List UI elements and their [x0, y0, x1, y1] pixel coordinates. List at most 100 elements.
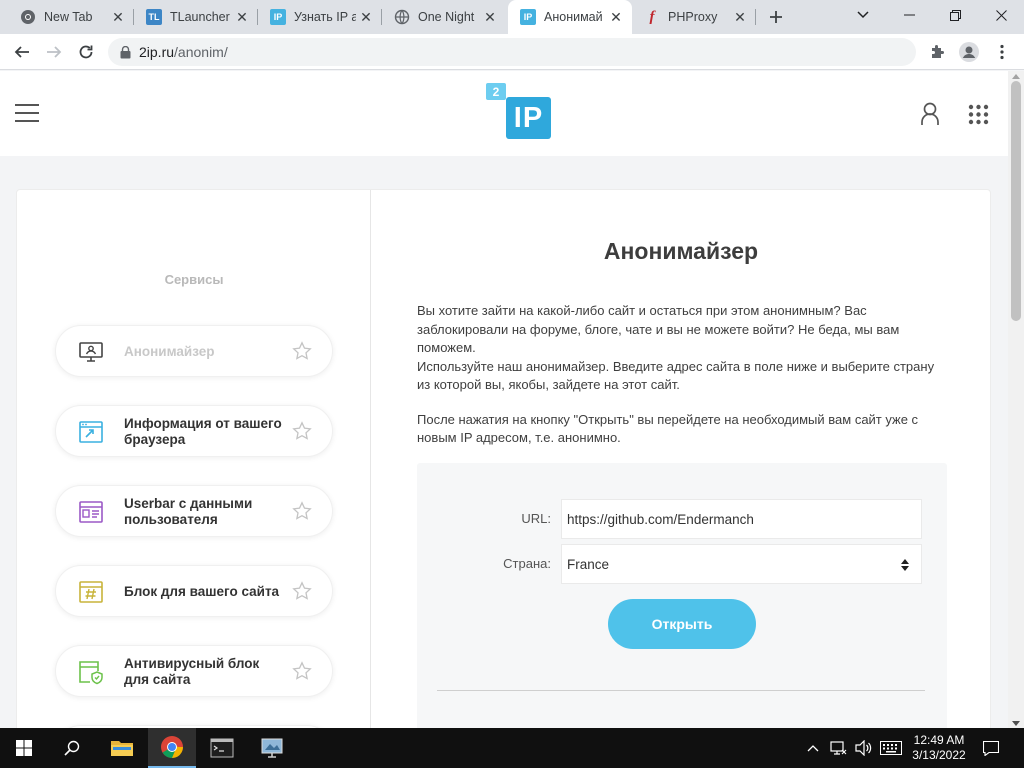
clock[interactable]: 12:49 AM 3/13/2022 — [906, 728, 972, 768]
page-scrollbar[interactable] — [1008, 71, 1024, 728]
service-label: Информация от вашего браузера — [124, 416, 282, 447]
search-button[interactable] — [48, 728, 96, 768]
lock-icon[interactable] — [120, 45, 131, 59]
tab-tlauncher[interactable]: TL TLauncher ✕ — [134, 0, 258, 34]
star-outline-icon[interactable] — [292, 581, 312, 601]
hidden-icons-chevron-icon[interactable] — [802, 728, 824, 768]
minimize-button[interactable] — [886, 0, 932, 30]
open-button[interactable]: Открыть — [608, 599, 756, 649]
service-item-userbar[interactable]: Userbar с данными пользователя — [55, 485, 333, 537]
clock-date: 3/13/2022 — [912, 748, 966, 762]
reload-button[interactable] — [72, 38, 100, 66]
select-arrows-icon — [901, 559, 909, 571]
scroll-up-arrow[interactable] — [1008, 71, 1024, 81]
tab-search-button[interactable] — [840, 0, 886, 30]
profile-button[interactable] — [955, 38, 983, 66]
url-input[interactable]: https://github.com/Endermanch — [561, 499, 922, 539]
close-tab-icon[interactable]: ✕ — [356, 7, 376, 27]
id-card-icon — [79, 501, 103, 523]
user-account-button[interactable] — [920, 102, 942, 128]
service-item-browser-info[interactable]: Информация от вашего браузера — [55, 405, 333, 457]
grid-icon — [968, 104, 989, 125]
network-icon[interactable] — [826, 728, 850, 768]
service-label: Userbar с данными пользователя — [124, 496, 253, 527]
tab-ip-lookup[interactable]: IP Узнать IP а ✕ — [258, 0, 382, 34]
main-card: Сервисы Анонимайзер Информация от вашего… — [16, 189, 991, 728]
notifications-button[interactable] — [976, 728, 1006, 768]
tab-separator — [755, 9, 756, 25]
apps-grid-button[interactable] — [968, 104, 990, 126]
scrollbar-thumb[interactable] — [1011, 81, 1021, 321]
ip-site-icon: IP — [270, 9, 286, 25]
address-bar[interactable]: 2ip.ru/anonim/ — [108, 38, 916, 66]
service-item-site-block[interactable]: Блок для вашего сайта — [55, 565, 333, 617]
star-outline-icon[interactable] — [292, 341, 312, 361]
restore-button[interactable] — [932, 0, 978, 30]
forward-button[interactable] — [40, 38, 68, 66]
page-viewport: 2 IP Сервисы Анонимайзер Информация от в… — [0, 71, 1008, 728]
instructions-paragraph: Используйте наш анонимайзер. Введите адр… — [417, 358, 935, 393]
url-host: 2ip.ru — [139, 44, 175, 60]
clock-time: 12:49 AM — [913, 733, 965, 747]
tab-strip: New Tab ✕ TL TLauncher ✕ IP Узнать IP а … — [0, 0, 1024, 34]
close-window-button[interactable] — [978, 0, 1024, 30]
tab-title: One Night — [418, 10, 475, 24]
keyboard-icon[interactable] — [878, 728, 904, 768]
close-tab-icon[interactable]: ✕ — [606, 7, 626, 27]
tab-new-tab[interactable]: New Tab ✕ — [8, 0, 134, 34]
back-button[interactable] — [8, 38, 36, 66]
tlauncher-icon: TL — [146, 9, 162, 25]
start-button[interactable] — [0, 728, 48, 768]
intro-text: Вы хотите зайти на какой-либо сайт и ост… — [417, 302, 947, 448]
volume-icon[interactable] — [852, 728, 876, 768]
scroll-down-arrow[interactable] — [1008, 718, 1024, 728]
chevron-down-icon — [857, 11, 869, 19]
site-logo[interactable]: 2 IP — [486, 83, 552, 141]
tab-anonymizer[interactable]: IP Анонимай ✕ — [508, 0, 632, 34]
url-label: URL: — [521, 511, 551, 526]
display-settings-icon — [261, 738, 283, 758]
globe-icon — [394, 9, 410, 25]
url-path: /anonim/ — [174, 44, 228, 60]
extensions-button[interactable] — [923, 38, 951, 66]
hamburger-icon — [15, 104, 39, 122]
service-label: Анонимайзер — [124, 344, 215, 359]
ip-site-icon: IP — [520, 9, 536, 25]
hamburger-menu-button[interactable] — [14, 103, 42, 125]
logo-text: IP — [506, 97, 551, 139]
close-tab-icon[interactable]: ✕ — [108, 7, 128, 27]
sidebar-title: Сервисы — [164, 272, 224, 287]
monitor-app-taskbar-button[interactable] — [248, 728, 296, 768]
browser-menu-button[interactable] — [988, 38, 1016, 66]
tab-title: PHProxy — [668, 10, 718, 24]
tab-title: Анонимай — [544, 10, 603, 24]
file-explorer-taskbar-button[interactable] — [98, 728, 146, 768]
close-tab-icon[interactable]: ✕ — [730, 7, 750, 27]
site-header: 2 IP — [0, 71, 1008, 156]
reload-icon — [79, 45, 93, 59]
address-url[interactable]: 2ip.ru/anonim/ — [139, 44, 228, 60]
tab-title: TLauncher — [170, 10, 230, 24]
shield-window-icon — [79, 661, 103, 685]
service-item-antivirus-block[interactable]: Антивирусный блок для сайта — [55, 645, 333, 697]
star-outline-icon[interactable] — [292, 421, 312, 441]
terminal-taskbar-button[interactable] — [198, 728, 246, 768]
tab-phproxy[interactable]: f PHProxy ✕ — [632, 0, 756, 34]
new-tab-button[interactable] — [762, 0, 790, 34]
close-icon — [995, 9, 1007, 21]
country-select[interactable]: France — [561, 544, 922, 584]
anonymizer-content: Анонимайзер Вы хотите зайти на какой-либ… — [371, 190, 991, 728]
service-label: Антивирусный блок для сайта — [124, 656, 260, 687]
result-paragraph: После нажатия на кнопку "Открыть" вы пер… — [417, 411, 919, 446]
close-tab-icon[interactable]: ✕ — [480, 7, 500, 27]
terminal-icon — [210, 738, 234, 758]
close-tab-icon[interactable]: ✕ — [232, 7, 252, 27]
intro-paragraph: Вы хотите зайти на какой-либо сайт и ост… — [417, 303, 900, 355]
star-outline-icon[interactable] — [292, 501, 312, 521]
chrome-taskbar-button[interactable] — [148, 728, 196, 768]
star-outline-icon[interactable] — [292, 661, 312, 681]
tab-one-night[interactable]: One Night ✕ — [382, 0, 506, 34]
service-item-anonymizer[interactable]: Анонимайзер — [55, 325, 333, 377]
tab-title: New Tab — [44, 10, 93, 24]
avatar-icon — [959, 42, 979, 62]
